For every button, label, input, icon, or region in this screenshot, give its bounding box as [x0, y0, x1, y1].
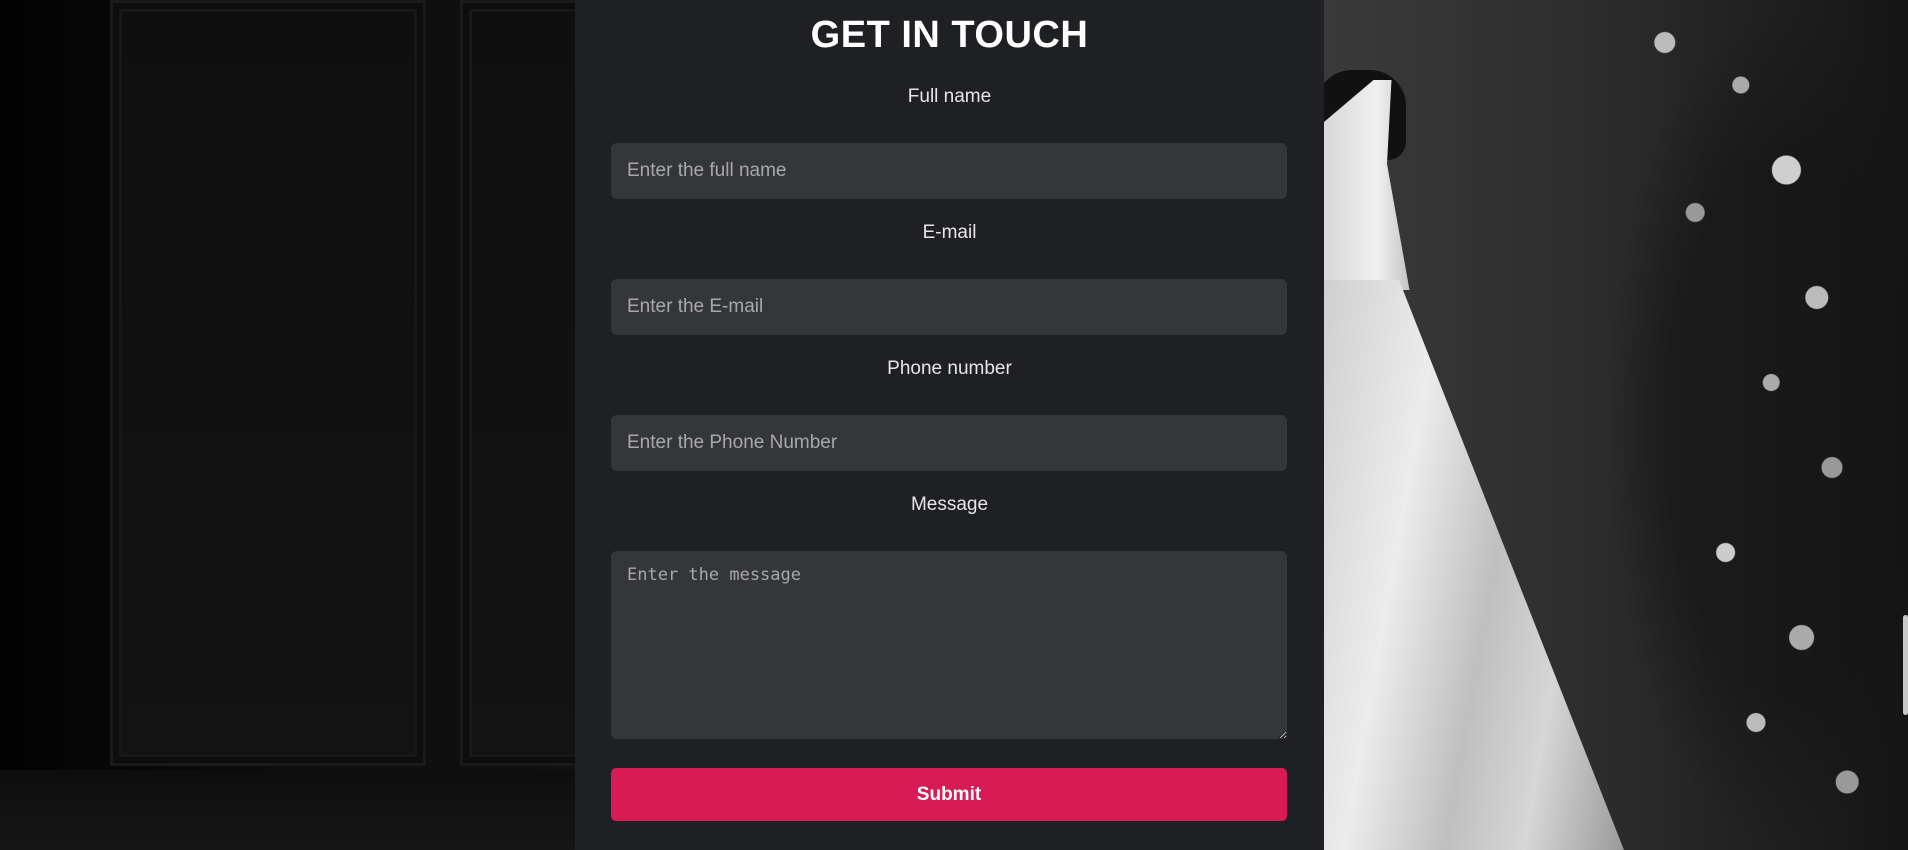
full-name-input[interactable] — [611, 143, 1287, 199]
contact-page: GET IN TOUCH Full name E-mail Phone numb… — [0, 0, 1908, 850]
dress-skirt-shape — [1324, 280, 1624, 850]
form-title: GET IN TOUCH — [810, 14, 1089, 56]
flower-garland-shape — [1604, 0, 1908, 850]
background-wall-image — [0, 0, 575, 850]
page-scrollbar-thumb[interactable] — [1903, 615, 1908, 715]
message-textarea[interactable] — [611, 551, 1287, 739]
full-name-label: Full name — [907, 86, 992, 107]
phone-label: Phone number — [887, 358, 1012, 379]
phone-input[interactable] — [611, 415, 1287, 471]
email-label: E-mail — [922, 222, 977, 243]
submit-button[interactable]: Submit — [611, 768, 1287, 821]
email-input[interactable] — [611, 279, 1287, 335]
wall-panel — [110, 0, 426, 766]
wall-panel — [460, 0, 575, 766]
contact-form-panel: GET IN TOUCH Full name E-mail Phone numb… — [575, 0, 1324, 850]
wedding-dress-image — [1324, 0, 1908, 850]
wall-baseboard — [0, 770, 575, 850]
message-label: Message — [910, 494, 989, 515]
